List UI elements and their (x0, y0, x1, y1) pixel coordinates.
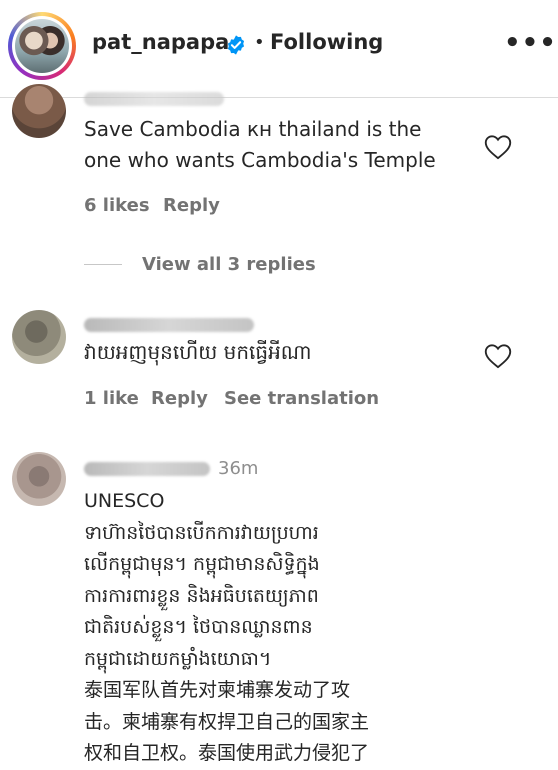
see-translation-button[interactable]: See translation (224, 388, 379, 409)
post-header: pat_napapa • Following ••• (0, 0, 558, 98)
comment-username[interactable] (84, 318, 254, 332)
reply-button[interactable]: Reply (151, 388, 208, 409)
comment-timestamp: 36m (218, 458, 259, 479)
likes-count[interactable]: 6 likes (84, 195, 150, 216)
comment-text: Save Cambodia кн thailand is the one who… (84, 117, 436, 172)
like-heart-icon[interactable] (484, 343, 512, 369)
more-options-icon[interactable]: ••• (504, 28, 557, 58)
reply-button[interactable]: Reply (163, 195, 220, 216)
following-button[interactable]: Following (270, 30, 383, 54)
comment-text: UNESCO ទាហ៊ានថៃបានបើកការវាយប្រហារ លើកម្ព… (84, 490, 370, 764)
replies-divider (84, 264, 122, 265)
profile-avatar[interactable] (8, 12, 76, 80)
comment-text: វាយអញមុនហើយ មកធ្វើអីណា (84, 340, 312, 364)
likes-count[interactable]: 1 like (84, 388, 139, 409)
separator-dot: • (254, 32, 265, 53)
comment-avatar[interactable] (12, 310, 66, 364)
username[interactable]: pat_napapa (92, 30, 229, 54)
verified-badge-icon (227, 35, 245, 55)
comment-username[interactable] (84, 462, 210, 476)
like-heart-icon[interactable] (484, 134, 512, 160)
view-replies-button[interactable]: View all 3 replies (142, 254, 316, 275)
comment-avatar[interactable] (12, 84, 66, 138)
comment-username[interactable] (84, 92, 224, 106)
comment-avatar[interactable] (12, 452, 66, 506)
avatar-photo (15, 19, 69, 73)
